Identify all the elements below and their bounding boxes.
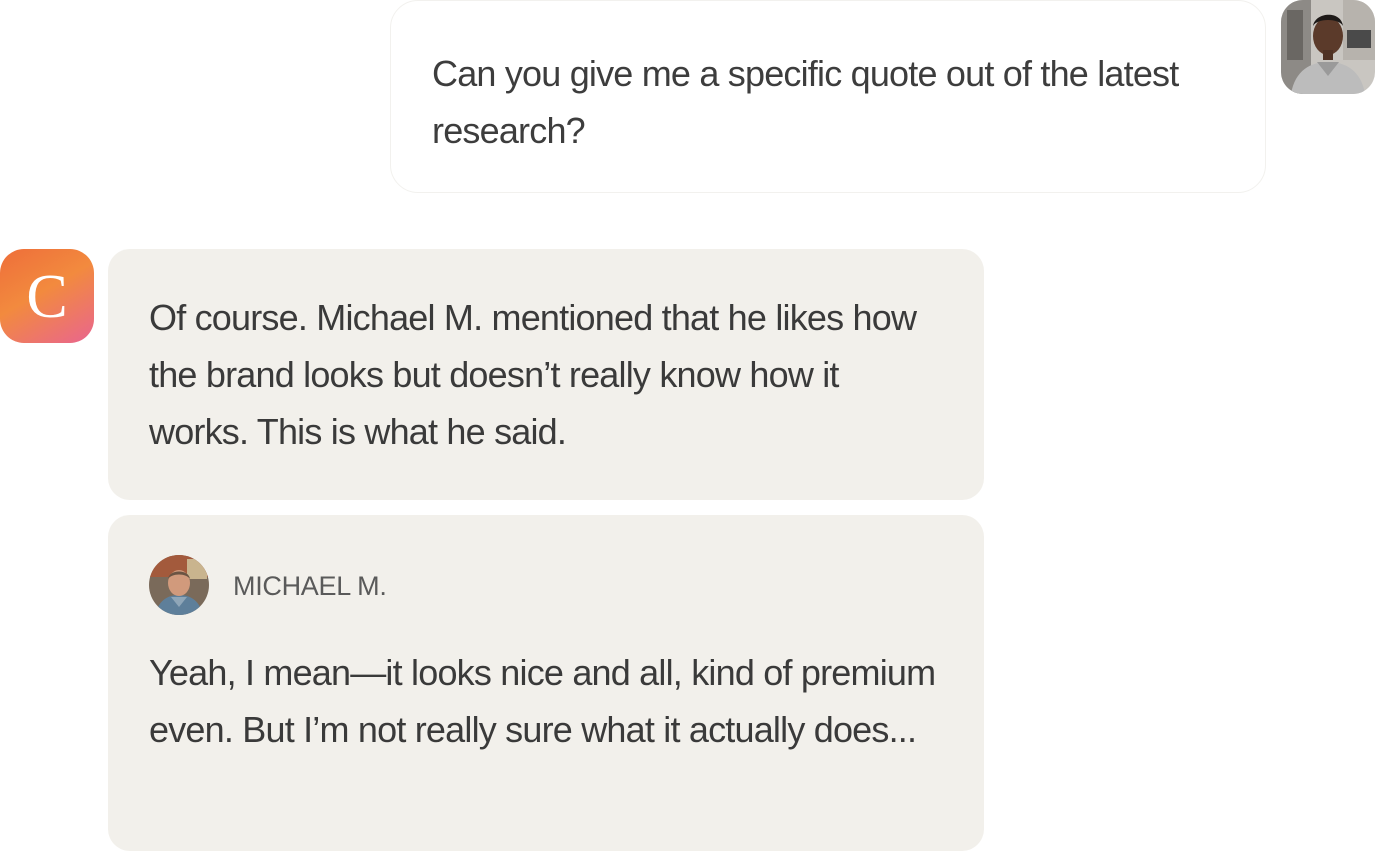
quote-header: MICHAEL M. xyxy=(149,555,944,615)
user-message-bubble: Can you give me a specific quote out of … xyxy=(390,0,1266,193)
user-avatar[interactable] xyxy=(1281,0,1375,94)
quote-author-name: MICHAEL M. xyxy=(233,570,387,601)
quote-card: MICHAEL M. Yeah, I mean—it looks nice an… xyxy=(108,515,984,851)
user-message-text: Can you give me a specific quote out of … xyxy=(432,53,1179,151)
assistant-message-text: Of course. Michael M. mentioned that he … xyxy=(149,297,917,452)
quote-text: Yeah, I mean—it looks nice and all, kind… xyxy=(149,652,936,750)
assistant-avatar-letter: C xyxy=(26,263,68,331)
assistant-avatar: C xyxy=(0,249,94,343)
quote-author-avatar xyxy=(149,555,209,615)
user-photo-avatar-image xyxy=(1281,0,1375,94)
assistant-message-bubble: Of course. Michael M. mentioned that he … xyxy=(108,249,984,500)
michael-photo-avatar-image xyxy=(149,555,209,615)
